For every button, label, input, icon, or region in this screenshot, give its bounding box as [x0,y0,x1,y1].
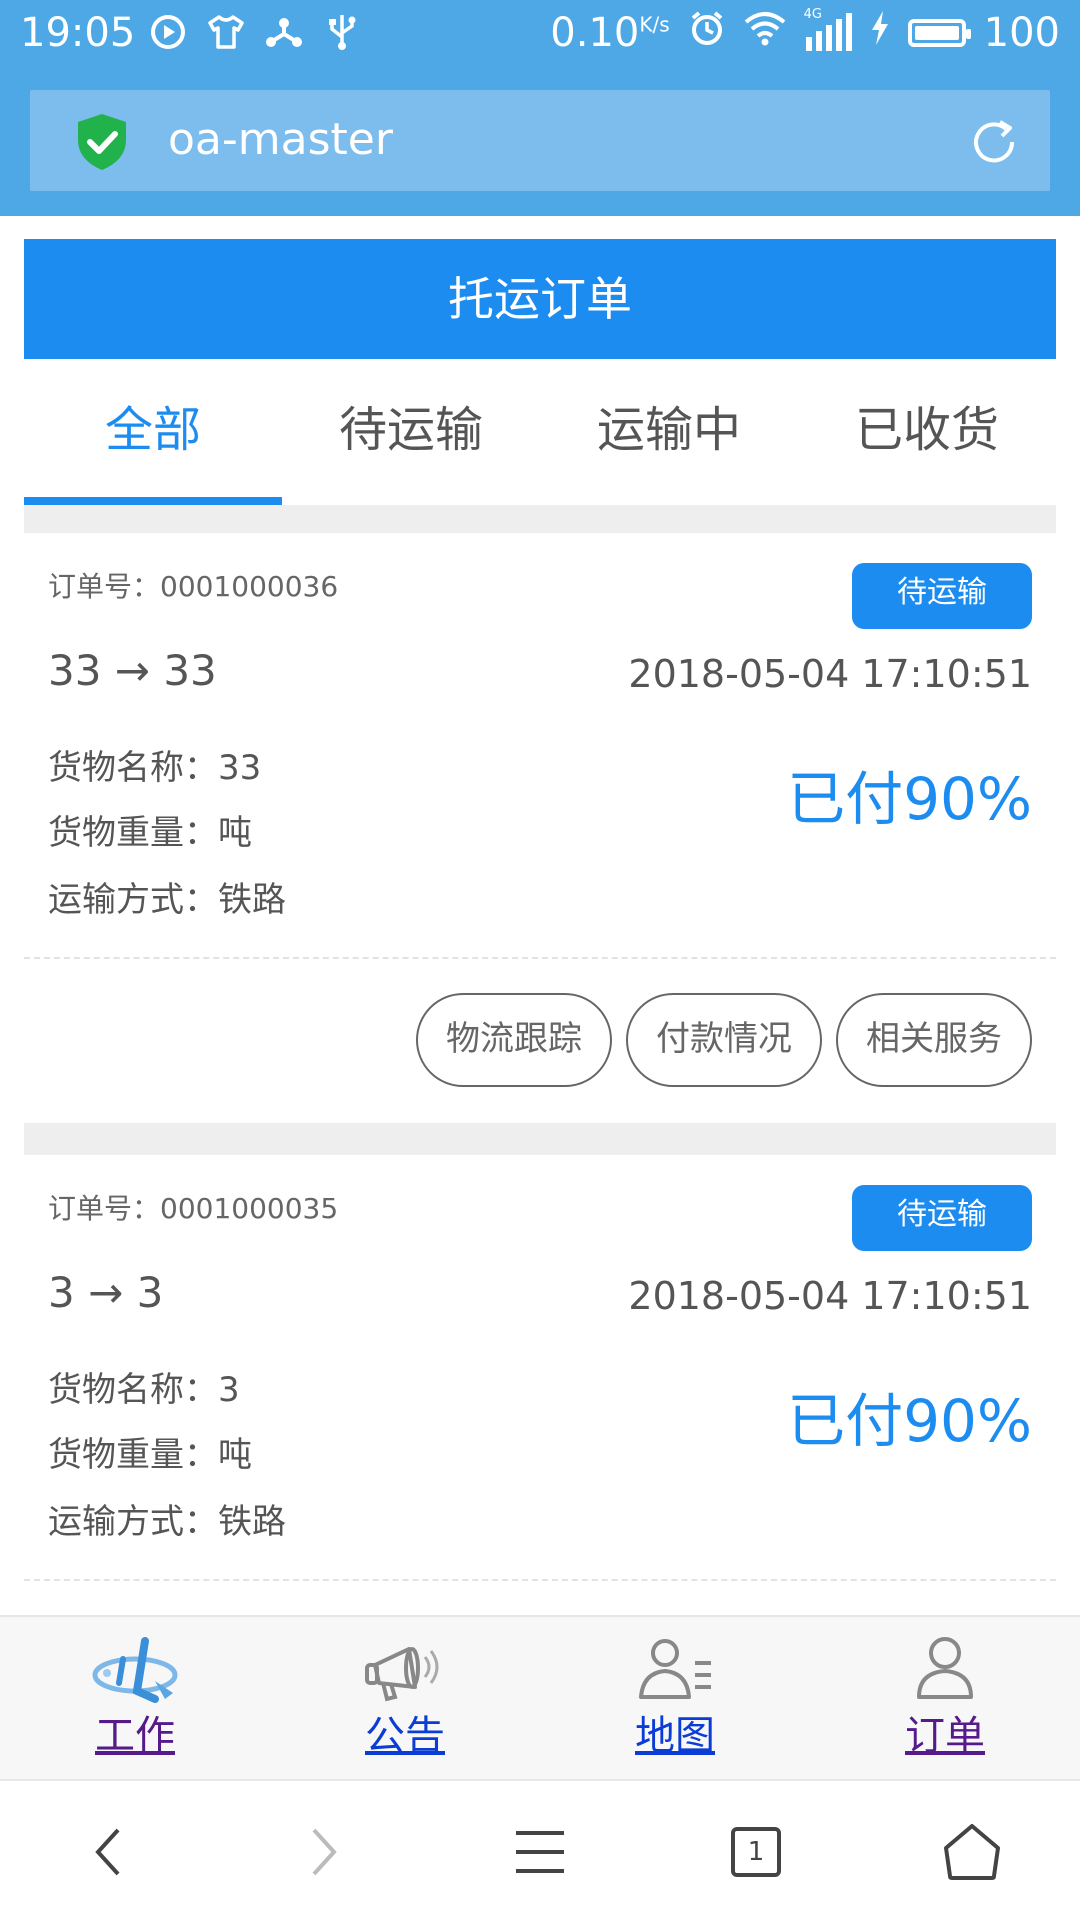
work-logo-icon [85,1631,185,1711]
nav-item-map[interactable]: 地图 [540,1617,810,1779]
signal-icon: 4G [804,7,852,53]
order-card[interactable]: 订单号：0001000035 待运输 3 → 3 2018-05-04 17:1… [24,1155,1056,1615]
play-icon [148,12,188,52]
shirt-icon [206,12,246,52]
order-actions: 物流跟踪 付款情况 相关服务 [416,993,1032,1087]
page-title: 托运订单 [24,239,1056,359]
status-notification-icons [148,12,362,52]
status-bar: 19:05 0.10K/s 4G 100 [0,0,1080,66]
payment-status: 已付90% [787,1387,1032,1455]
order-number: 订单号：0001000035 [48,1192,339,1225]
transport-method: 运输方式：铁路 [48,880,286,920]
url-text[interactable]: oa-master [168,112,393,168]
payment-details-button[interactable]: 付款情况 [626,993,822,1087]
alarm-icon [688,9,726,57]
share-nodes-icon [264,12,304,52]
battery-icon [907,19,971,47]
charging-icon [870,10,890,56]
order-number: 订单号：0001000036 [48,570,339,603]
nav-item-orders[interactable]: 订单 [810,1617,1080,1779]
browser-navigation-bar: 1 [0,1779,1080,1922]
shield-check-icon [74,112,130,172]
card-divider [24,1579,1056,1581]
tab-all[interactable]: 全部 [24,365,282,505]
wifi-icon [744,10,786,56]
user-icon [895,1631,995,1711]
goods-weight: 货物重量：吨 [48,813,252,853]
order-route: 3 → 3 [48,1268,164,1317]
megaphone-icon [355,1631,455,1711]
tab-pending[interactable]: 待运输 [282,365,540,505]
section-divider [24,505,1056,533]
browser-toolbar: oa-master [0,66,1080,216]
status-badge: 待运输 [852,1185,1032,1251]
order-status-tabs: 全部 待运输 运输中 已收货 [24,365,1056,505]
order-card[interactable]: 订单号：0001000036 待运输 33 → 33 2018-05-04 17… [24,533,1056,1123]
tab-received[interactable]: 已收货 [798,365,1056,505]
usb-icon [322,12,362,52]
nav-label-work[interactable]: 工作 [0,1711,270,1761]
order-route: 33 → 33 [48,646,217,695]
logistics-tracking-button[interactable]: 物流跟踪 [416,993,612,1087]
home-icon[interactable] [864,1781,1080,1922]
person-list-icon [625,1631,725,1711]
nav-item-announcement[interactable]: 公告 [270,1617,540,1779]
payment-status: 已付90% [787,765,1032,833]
forward-icon[interactable] [216,1781,432,1922]
tabs-icon[interactable]: 1 [648,1781,864,1922]
nav-label-orders[interactable]: 订单 [810,1711,1080,1761]
address-bar[interactable]: oa-master [30,90,1050,191]
related-services-button[interactable]: 相关服务 [836,993,1032,1087]
order-date: 2018-05-04 17:10:51 [628,1274,1032,1318]
goods-name: 货物名称：3 [48,1370,240,1410]
card-divider [24,957,1056,959]
order-date: 2018-05-04 17:10:51 [628,652,1032,696]
nav-item-work[interactable]: 工作 [0,1617,270,1779]
status-time: 19:05 [20,10,136,56]
back-icon[interactable] [0,1781,216,1922]
network-speed: 0.10K/s [550,10,670,56]
goods-name: 货物名称：33 [48,748,262,788]
section-divider [24,1123,1056,1155]
battery-level: 100 [983,10,1060,56]
nav-label-map[interactable]: 地图 [540,1711,810,1761]
nav-label-announcement[interactable]: 公告 [270,1711,540,1761]
tab-count: 1 [731,1826,781,1877]
goods-weight: 货物重量：吨 [48,1435,252,1475]
menu-icon[interactable] [432,1781,648,1922]
status-badge: 待运输 [852,563,1032,629]
tab-in-transit[interactable]: 运输中 [540,365,798,505]
transport-method: 运输方式：铁路 [48,1502,286,1542]
bottom-navigation: 工作 公告 地图 订单 [0,1615,1080,1779]
reload-icon[interactable] [966,114,1022,170]
